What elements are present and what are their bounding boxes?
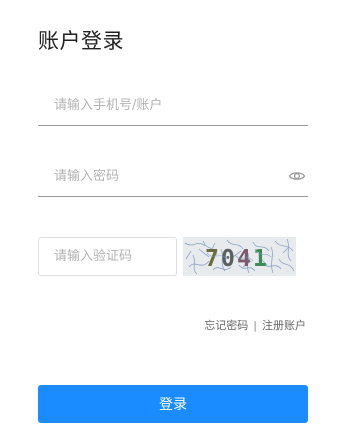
- page-title: 账户登录: [38, 29, 124, 53]
- login-button[interactable]: 登录: [38, 385, 308, 423]
- login-page: 账户登录 请输入手机号/账户 请输入验证码 7 0 4 1 忘记密码 | 注册账…: [0, 0, 341, 429]
- account-field: [38, 86, 308, 126]
- register-link[interactable]: 注册账户: [262, 319, 306, 332]
- eye-icon[interactable]: [288, 167, 306, 185]
- auth-links: 忘记密码 | 注册账户: [204, 318, 306, 334]
- captcha-image[interactable]: 7041 7 0 4 1: [183, 237, 296, 276]
- captcha-input[interactable]: [38, 237, 177, 276]
- forgot-password-link[interactable]: 忘记密码: [204, 319, 248, 332]
- svg-text:0: 0: [221, 246, 235, 272]
- svg-text:4: 4: [237, 246, 251, 272]
- password-field: [38, 157, 308, 197]
- svg-text:7: 7: [205, 246, 219, 272]
- link-separator: |: [253, 319, 257, 332]
- account-input[interactable]: [38, 86, 308, 125]
- password-input[interactable]: [38, 157, 308, 196]
- svg-text:1: 1: [253, 246, 267, 272]
